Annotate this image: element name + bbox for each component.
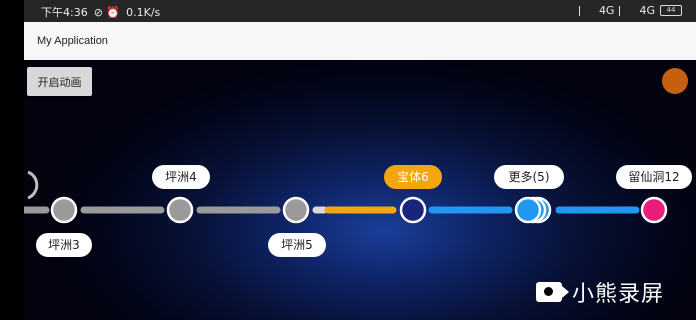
recorder-watermark: 小熊录屏 (536, 276, 664, 308)
station-label: 坪洲5 (268, 233, 326, 257)
phone-screen: 下午4:36 ⊘ ⏰ 0.1K/s 4G 4G 44 My Applicatio… (24, 0, 696, 320)
floating-orange-dot[interactable] (662, 68, 688, 94)
station-node-passed[interactable] (50, 196, 78, 224)
progress-track (24, 170, 668, 224)
status-left: 下午4:36 ⊘ ⏰ 0.1K/s (41, 4, 160, 20)
station-node-passed[interactable] (166, 196, 194, 224)
network-type-1: 4G (598, 4, 615, 17)
notification-icons: ⊘ ⏰ (93, 5, 121, 19)
video-camera-icon (536, 282, 569, 302)
station-label-current: 宝体6 (384, 165, 442, 189)
station-node-passed[interactable] (282, 196, 310, 224)
status-bar: 下午4:36 ⊘ ⏰ 0.1K/s 4G 4G 44 (24, 0, 696, 22)
network-speed: 0.1K/s (126, 5, 161, 19)
start-animation-button[interactable]: 开启动画 (27, 67, 92, 96)
app-title: My Application (37, 35, 108, 47)
network-type-2: 4G (639, 4, 655, 17)
battery-icon: 44 (660, 5, 682, 16)
station-label: 坪洲4 (152, 165, 210, 189)
station-label-destination: 留仙洞12 (616, 165, 692, 189)
offscreen-node-edge (27, 170, 39, 200)
status-time: 下午4:36 (41, 6, 88, 19)
status-right: 4G 4G 44 (578, 4, 682, 17)
signal-icon (578, 5, 594, 16)
station-node-more[interactable] (514, 196, 542, 224)
station-node-destination[interactable] (640, 196, 668, 224)
station-label: 坪洲3 (36, 233, 92, 257)
station-label-more[interactable]: 更多(5) (494, 165, 564, 189)
signal-icon-2 (619, 5, 634, 16)
station-node-current[interactable] (399, 196, 427, 224)
watermark-text: 小熊录屏 (572, 282, 665, 307)
app-bar: My Application (24, 22, 696, 60)
